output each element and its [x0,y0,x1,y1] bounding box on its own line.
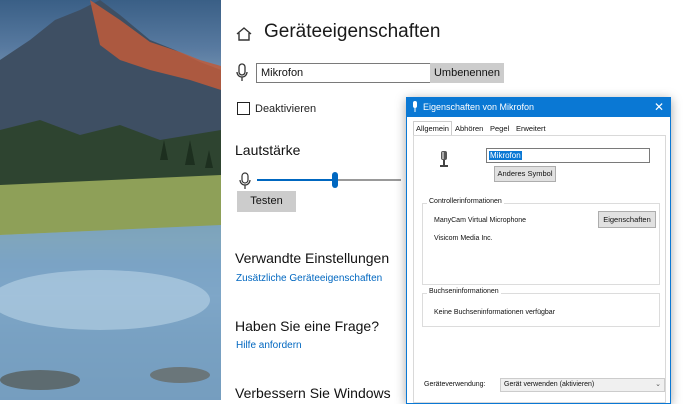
microphone-icon [239,172,251,189]
disable-label: Deaktivieren [255,103,317,115]
volume-slider-thumb[interactable] [331,172,338,188]
test-button[interactable]: Testen [237,191,296,212]
home-icon[interactable] [235,25,253,43]
page-title: Geräteeigenschaften [264,21,441,42]
rename-button[interactable]: Umbenennen [430,63,504,83]
improve-windows-heading: Verbessern Sie Windows [235,385,391,401]
dialog-titlebar[interactable]: Eigenschaften von Mikrofon ✕ [407,98,670,117]
close-icon[interactable]: ✕ [654,100,664,114]
device-name-input[interactable] [256,63,433,83]
desktop-wallpaper [0,0,221,400]
jack-info-title: Buchseninformationen [427,288,501,295]
tab-abhoeren[interactable]: Abhören [453,122,485,135]
microphone-icon [440,151,448,167]
microphone-properties-dialog: Eigenschaften von Mikrofon ✕ Allgemein A… [406,97,671,404]
dialog-title: Eigenschaften von Mikrofon [423,102,535,112]
related-settings-heading: Verwandte Einstellungen [235,250,390,266]
controller-info-group: Controllerinformationen ManyCam Virtual … [422,198,660,285]
chevron-down-icon: ⌄ [655,381,661,388]
controller-name: ManyCam Virtual Microphone [434,217,527,224]
device-usage-select[interactable]: Gerät verwenden (aktivieren) ⌄ [500,378,665,392]
jack-info-text: Keine Buchseninformationen verfügbar [434,309,556,316]
volume-heading: Lautstärke [235,142,301,158]
get-help-link[interactable]: Hilfe anfordern [236,340,302,351]
dialog-name-field[interactable]: Mikrofon [486,148,650,163]
general-tab-panel: Mikrofon Anderes Symbol Controllerinform… [413,135,666,403]
device-usage-label: Geräteverwendung: [424,381,486,388]
properties-button[interactable]: Eigenschaften [598,211,656,228]
controller-info-title: Controllerinformationen [427,198,504,205]
jack-info-group: Buchseninformationen Keine Buchseninform… [422,288,660,327]
tab-pegel[interactable]: Pegel [488,122,511,135]
microphone-icon [236,63,248,81]
microphone-icon [413,101,417,112]
volume-slider-fill [257,179,335,181]
change-icon-button[interactable]: Anderes Symbol [494,166,556,182]
tab-erweitert[interactable]: Erweitert [514,122,548,135]
question-heading: Haben Sie eine Frage? [235,318,379,334]
disable-checkbox[interactable] [237,102,250,115]
additional-device-properties-link[interactable]: Zusätzliche Geräteeigenschaften [236,273,382,284]
controller-vendor: Visicom Media Inc. [434,235,493,242]
